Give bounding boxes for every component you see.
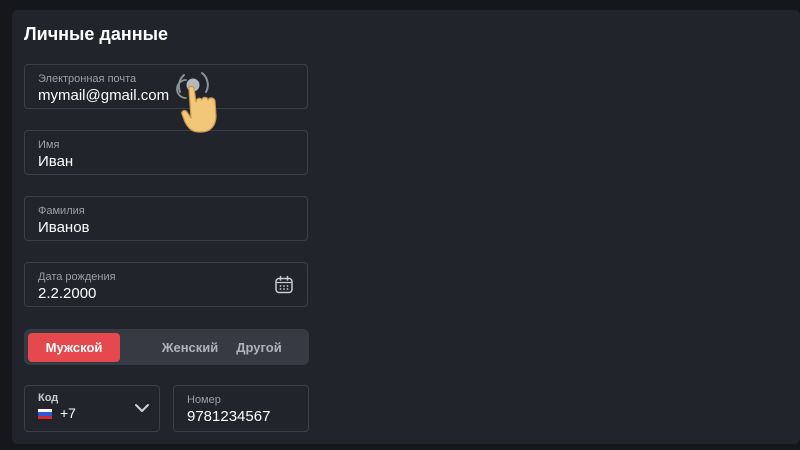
last-name-label: Фамилия — [38, 205, 85, 217]
birthdate-field[interactable]: Дата рождения 2.2.2000 — [24, 262, 308, 307]
chevron-down-icon[interactable] — [134, 402, 150, 414]
first-name-value: Иван — [38, 153, 74, 170]
phone-code-value: +7 — [60, 405, 76, 421]
phone-number-label: Номер — [187, 394, 221, 406]
hand-pointer-icon — [176, 72, 217, 133]
gender-selector: Мужской Женский Другой — [24, 329, 309, 365]
first-name-label: Имя — [38, 139, 60, 151]
email-label: Электронная почта — [38, 73, 137, 85]
section-title: Личные данные — [24, 24, 168, 44]
email-value: mymail@gmail.com — [38, 87, 170, 104]
russia-flag-icon — [38, 409, 52, 419]
phone-code-select[interactable]: Код +7 — [24, 385, 160, 432]
birthdate-value: 2.2.2000 — [38, 285, 97, 302]
email-field[interactable]: Электронная почта mymail@gmail.com — [24, 64, 308, 109]
gender-option-other[interactable]: Другой — [213, 333, 305, 362]
calendar-icon[interactable] — [274, 275, 294, 295]
gender-option-male[interactable]: Мужской — [28, 333, 120, 362]
phone-code-label: Код — [38, 392, 59, 404]
first-name-field[interactable]: Имя Иван — [24, 130, 308, 175]
phone-number-field[interactable]: Номер 9781234567 — [173, 385, 309, 432]
birthdate-label: Дата рождения — [38, 271, 116, 283]
last-name-field[interactable]: Фамилия Иванов — [24, 196, 308, 241]
last-name-value: Иванов — [38, 219, 90, 236]
phone-number-value: 9781234567 — [187, 408, 271, 425]
